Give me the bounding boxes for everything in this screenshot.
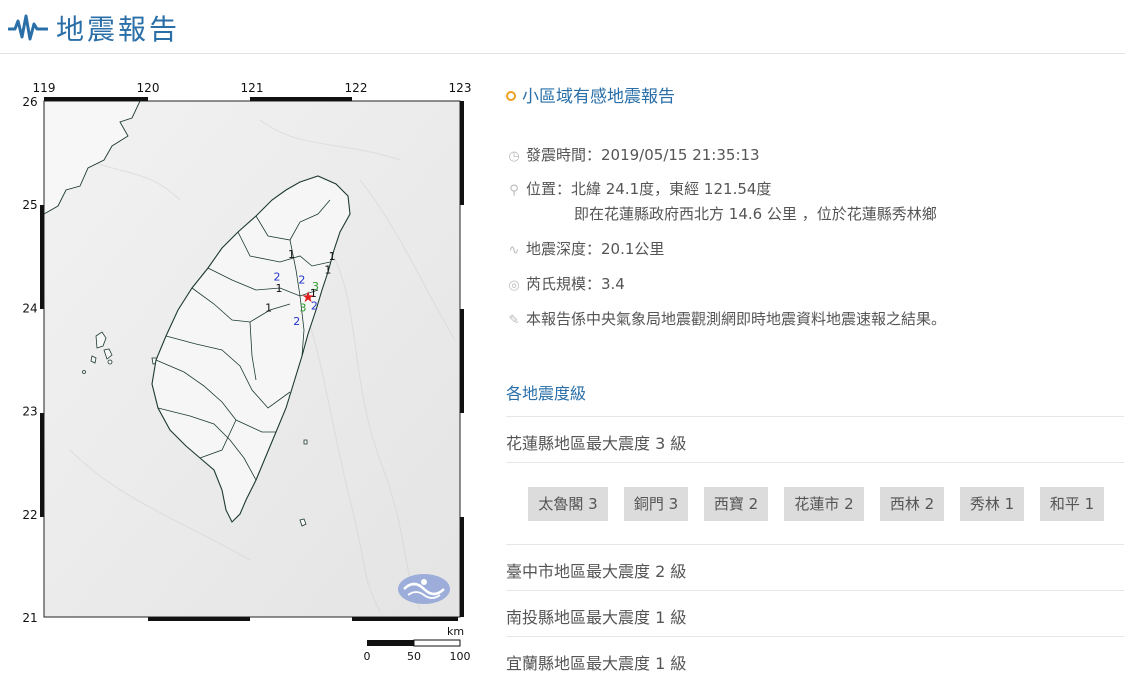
latitude-tick-label: 21: [22, 611, 37, 625]
origin-time-row: ◷ 發震時間：2019/05/15 21:35:13: [506, 144, 760, 165]
svg-text:50: 50: [407, 650, 421, 663]
note-row: ✎ 本報告係中央氣象局地震觀測網即時地震資料地震速報之結果。: [506, 308, 946, 329]
intensity-section-title: 各地震度級: [506, 384, 587, 403]
svg-text:100: 100: [450, 650, 471, 663]
report-title: 小區域有感地震報告: [522, 87, 675, 107]
latitude-tick-label: 24: [22, 301, 37, 315]
scale-bar: km 0 50 100: [364, 625, 471, 663]
longitude-tick-label: 120: [137, 81, 160, 95]
latitude-ticks: 26 25 24 23 22 21: [22, 95, 37, 625]
page-title: 地震報告: [56, 13, 181, 46]
report-type: 小區域有感地震報告: [506, 82, 675, 107]
clock-icon: ◷: [508, 149, 520, 164]
station-badge: 和平 1: [1040, 487, 1104, 521]
magnitude: 芮氏規模：3.4: [526, 275, 625, 293]
longitude-tick-label: 123: [449, 81, 472, 95]
intensity-label: 1: [276, 282, 283, 295]
intensity-label: 1: [324, 263, 331, 276]
latitude-tick-label: 22: [22, 508, 37, 522]
focal-depth: 地震深度：20.1公里: [526, 240, 665, 258]
radio-wave-icon: ◎: [508, 278, 520, 293]
svg-text:km: km: [447, 625, 464, 638]
origin-time: 發震時間：2019/05/15 21:35:13: [526, 146, 760, 164]
magnitude-row: ◎ 芮氏規模：3.4: [506, 273, 625, 294]
intensity-map-svg: 119 120 121 122 123 262524232221 1 11212 313 21…: [22, 81, 472, 663]
svg-text:0: 0: [364, 650, 371, 663]
intensity-label: 1: [265, 302, 272, 315]
intensity-label: 2: [293, 315, 300, 328]
station-badge: 西寶 2: [704, 487, 768, 521]
latitude-tick-label: 26: [22, 95, 37, 109]
location-description: 即在花蓮縣政府西北方 14.6 公里 ，位於花蓮縣秀林鄉: [574, 205, 937, 223]
page-header: 地震報告: [0, 0, 1125, 54]
epicenter-star-icon: ★: [301, 288, 314, 306]
latitude-tick-label: 23: [22, 405, 37, 419]
seismograph-icon: [8, 14, 48, 41]
station-badge: 太魯閣 3: [528, 487, 608, 521]
longitude-tick-label: 121: [241, 81, 264, 95]
intensity-label: 2: [298, 274, 305, 287]
cwb-logo-icon: [398, 574, 450, 604]
location-coords: 位置：北緯 24.1度，東經 121.54度: [526, 180, 772, 198]
station-list: 太魯閣 3 銅門 3 西寶 2 花蓮市 2 西林 2 秀林 1 和平 1: [506, 462, 1124, 546]
intensity-label: 1: [329, 250, 336, 263]
location-row: ⚲ 位置：北緯 24.1度，東經 121.54度 即在花蓮縣政府西北方 14.6 …: [506, 178, 937, 224]
megaphone-icon: ✎: [508, 313, 520, 328]
station-badge: 秀林 1: [960, 487, 1024, 521]
region-row[interactable]: 臺中市地區最大震度 2 級: [506, 544, 1124, 590]
earthquake-map: 119 120 121 122 123 26 25 24 23 22 21 11121231321…: [0, 70, 480, 684]
region-row[interactable]: 南投縣地區最大震度 1 級: [506, 590, 1124, 636]
location-pin-icon: ⚲: [509, 183, 519, 198]
report-dot-icon: [506, 91, 516, 101]
depth-row: ∿ 地震深度：20.1公里: [506, 238, 665, 259]
region-row[interactable]: 宜蘭縣地區最大震度 1 級: [506, 636, 1124, 682]
longitude-tick-label: 119: [33, 81, 56, 95]
longitude-ticks: 119 120 121 122 123: [33, 81, 472, 95]
station-badge: 西林 2: [880, 487, 944, 521]
latitude-tick-label: 25: [22, 198, 37, 212]
intensity-label: 1: [288, 248, 295, 261]
longitude-tick-label: 122: [345, 81, 368, 95]
station-badge: 花蓮市 2: [784, 487, 864, 521]
report-note: 本報告係中央氣象局地震觀測網即時地震資料地震速報之結果。: [526, 310, 947, 328]
region-row[interactable]: 花蓮縣地區最大震度 3 級: [506, 416, 1124, 462]
station-badge: 銅門 3: [624, 487, 688, 521]
wave-icon: ∿: [508, 243, 520, 258]
